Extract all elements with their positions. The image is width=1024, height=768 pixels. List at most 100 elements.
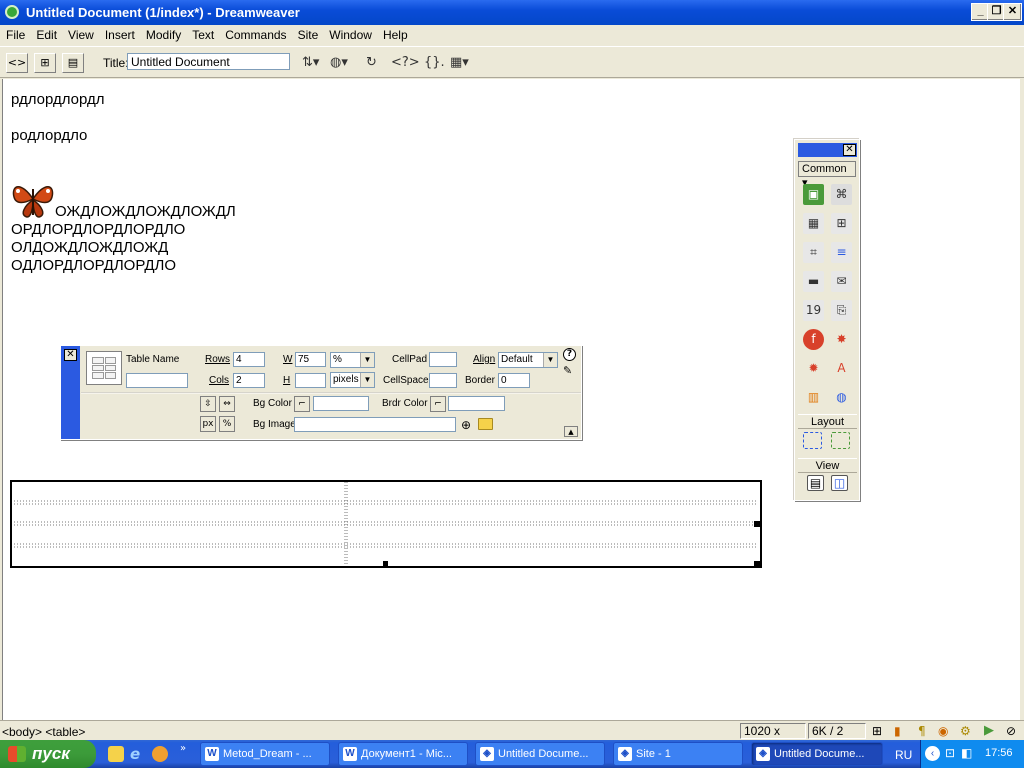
show-hidden-icons-icon[interactable]: ‹ (925, 746, 940, 761)
menu-commands[interactable]: Commands (219, 25, 291, 42)
clear-row-heights-icon[interactable]: ⇳ (200, 396, 216, 412)
convert-to-percent-icon[interactable]: % (219, 416, 235, 432)
menu-edit[interactable]: Edit (30, 25, 62, 42)
butterfly-image[interactable] (11, 179, 55, 219)
paragraph-2: родлордло (11, 127, 88, 144)
menu-site[interactable]: Site (292, 25, 324, 42)
refresh-icon[interactable]: ↻ (366, 55, 377, 70)
menu-insert[interactable]: Insert (99, 25, 140, 42)
media-player-icon[interactable] (152, 746, 168, 762)
close-button[interactable]: ✕ (1003, 3, 1022, 21)
border-color-input[interactable] (448, 396, 505, 411)
taskbar-item-metod[interactable]: W Metod_Dream - ... (200, 742, 330, 766)
taskbar-item-site[interactable]: ◈ Site - 1 (613, 742, 743, 766)
start-button[interactable]: пуск (0, 740, 96, 768)
selected-table[interactable] (10, 480, 762, 568)
menu-view[interactable]: View (62, 25, 99, 42)
insert-image-icon[interactable]: ▣ (803, 184, 824, 205)
timelines-icon[interactable]: ▶ (984, 723, 994, 738)
bg-color-swatch[interactable]: ⌐ (294, 396, 310, 412)
height-unit-select[interactable]: pixels ▼ (330, 372, 375, 388)
site-icon[interactable]: ⊞ (872, 724, 882, 738)
rollover-image-icon[interactable]: ⌘ (831, 184, 852, 205)
internet-explorer-icon[interactable]: e (130, 745, 140, 763)
layout-cell-icon[interactable] (831, 432, 850, 449)
behaviors-icon[interactable]: ⚙ (960, 724, 971, 738)
insert-table-icon[interactable]: ▦ (803, 213, 824, 234)
security-icon[interactable]: ◧ (961, 746, 972, 760)
flash-button-icon[interactable]: ✸ (831, 329, 852, 350)
width-input[interactable]: 75 (295, 352, 326, 367)
menu-text[interactable]: Text (186, 25, 219, 42)
assets-icon[interactable]: ▮ (894, 724, 901, 738)
horizontal-rule-icon[interactable]: ▬ (803, 271, 824, 292)
quick-launch-more-icon[interactable]: » (180, 743, 186, 754)
fireworks-html-icon[interactable]: ◍ (831, 387, 852, 408)
bg-color-input[interactable] (313, 396, 369, 411)
height-input[interactable] (295, 373, 326, 388)
title-input[interactable]: Untitled Document (127, 53, 290, 70)
view-options-icon[interactable]: ▦▾ (450, 55, 469, 70)
collapse-arrow-icon[interactable]: ▲ (564, 426, 578, 437)
date-icon[interactable]: 19 (803, 300, 824, 321)
cols-input[interactable]: 2 (233, 373, 265, 388)
table-name-input[interactable] (126, 373, 188, 388)
rows-input[interactable]: 4 (233, 352, 265, 367)
tag-selector[interactable]: <body> <table> (2, 725, 85, 739)
align-select[interactable]: Default ▼ (498, 352, 558, 368)
draw-layer-icon[interactable]: ⌗ (803, 242, 824, 263)
chevron-down-icon: ▼ (543, 353, 557, 367)
bg-image-input[interactable] (294, 417, 456, 432)
taskbar-item-document1[interactable]: W Документ1 - Mic... (338, 742, 468, 766)
menu-window[interactable]: Window (323, 25, 377, 42)
width-unit-select[interactable]: % ▼ (330, 352, 375, 368)
navigation-bar-icon[interactable]: ≡ (831, 242, 852, 263)
layout-view-icon[interactable]: ◫ (831, 475, 848, 491)
objects-close-icon[interactable]: ✕ (843, 144, 856, 156)
quick-tag-edit-icon[interactable]: ✎ (563, 364, 572, 377)
html-styles-icon[interactable]: ¶ (918, 724, 926, 738)
flash-icon[interactable]: f (803, 329, 824, 350)
tabular-data-icon[interactable]: ⊞ (831, 213, 852, 234)
window-size-menu[interactable]: 1020 x 640 (740, 723, 806, 752)
point-to-file-icon[interactable]: ⊕ (461, 418, 471, 432)
reference-icon[interactable]: <?> (391, 55, 420, 70)
language-indicator[interactable]: RU (895, 748, 912, 762)
code-inspector-icon[interactable]: ⊘ (1006, 724, 1016, 738)
border-color-swatch[interactable]: ⌐ (430, 396, 446, 412)
menu-help[interactable]: Help (377, 25, 413, 42)
cellspace-input[interactable] (429, 373, 457, 388)
flash-text-icon[interactable]: ✹ (803, 358, 824, 379)
menu-file[interactable]: File (0, 25, 30, 42)
taskbar-item-untitled-1[interactable]: ◈ Untitled Docume... (475, 742, 605, 766)
standard-view-icon[interactable]: ▤ (807, 475, 824, 491)
border-input[interactable]: 0 (498, 373, 530, 388)
inspector-close-icon[interactable]: ✕ (64, 349, 77, 361)
code-navigation-icon[interactable]: {}. (424, 55, 445, 70)
split-view-icon[interactable]: ⊞ (34, 53, 56, 73)
category-select[interactable]: Common ▾ (798, 161, 856, 189)
convert-to-pixels-icon[interactable]: px (200, 416, 216, 432)
cellpad-input[interactable] (429, 352, 457, 367)
generator-icon[interactable]: ▥ (803, 387, 824, 408)
taskbar-item-untitled-2[interactable]: ◈ Untitled Docume... (751, 742, 883, 766)
tabular-import-icon[interactable]: ⎘ (831, 300, 852, 321)
shockwave-icon[interactable]: A (831, 358, 852, 379)
css-styles-icon[interactable]: ◉ (938, 724, 948, 738)
dreamweaver-icon: ◈ (480, 747, 494, 761)
network-icon[interactable]: ⊡ (945, 746, 955, 760)
quick-launch-desktop-icon[interactable] (108, 746, 124, 762)
folder-icon[interactable] (478, 418, 493, 430)
help-icon[interactable]: ? (563, 348, 576, 361)
height-label: H (283, 375, 291, 386)
clear-column-widths-icon[interactable]: ⇔ (219, 396, 235, 412)
code-view-icon[interactable]: <> (6, 53, 28, 73)
design-view-icon[interactable]: ▤ (62, 53, 84, 73)
menu-modify[interactable]: Modify (140, 25, 186, 42)
preview-browser-icon[interactable]: ◍▾ (330, 55, 348, 70)
email-link-icon[interactable]: ✉ (831, 271, 852, 292)
taskbar-item-label: Документ1 - Mic... (361, 748, 452, 760)
file-management-icon[interactable]: ⇅▾ (302, 55, 319, 70)
dreamweaver-icon: ◈ (618, 747, 632, 761)
layout-table-icon[interactable] (803, 432, 822, 449)
